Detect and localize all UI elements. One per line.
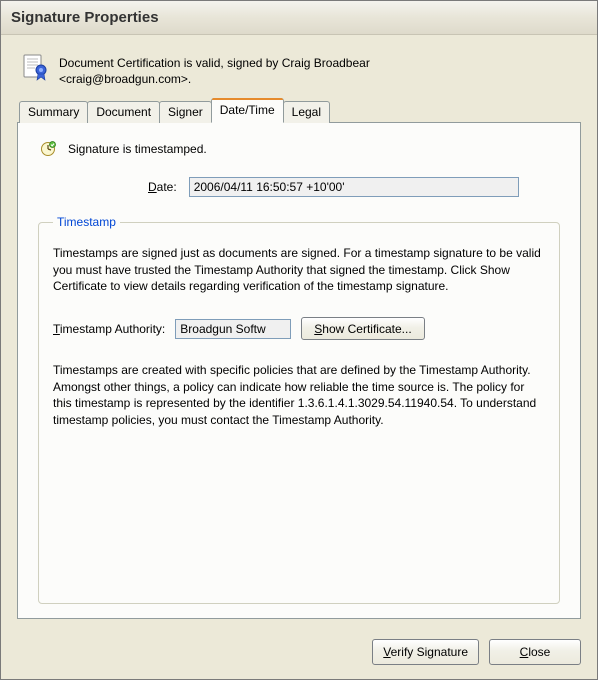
dialog-footer: Verify Signature Close (1, 627, 597, 679)
signature-properties-dialog: Signature Properties Document Certificat… (0, 0, 598, 680)
certification-text: Document Certification is valid, signed … (59, 53, 370, 87)
timestamp-authority-label: Timestamp Authority: (53, 322, 165, 336)
timestamp-legend: Timestamp (53, 215, 120, 229)
tab-signer[interactable]: Signer (159, 101, 212, 123)
certificate-ribbon-icon (21, 53, 49, 81)
timestamp-status-row: Signature is timestamped. (40, 141, 560, 157)
window-title: Signature Properties (11, 9, 159, 26)
tabs-header: Summary Document Signer Date/Time Legal (17, 98, 581, 123)
timestamp-explain-para2: Timestamps are created with specific pol… (53, 362, 545, 428)
dialog-body: Document Certification is valid, signed … (1, 35, 597, 627)
certification-line2: <craig@broadgun.com>. (59, 72, 191, 86)
tab-legal[interactable]: Legal (283, 101, 330, 123)
timestamp-authority-row: Timestamp Authority: Broadgun Softw Show… (53, 317, 545, 340)
tab-summary[interactable]: Summary (19, 101, 88, 123)
certification-line1: Document Certification is valid, signed … (59, 56, 370, 70)
timestamp-status-text: Signature is timestamped. (68, 142, 207, 156)
timestamp-explain-para1: Timestamps are signed just as documents … (53, 245, 545, 295)
date-field: 2006/04/11 16:50:57 +10'00' (189, 177, 519, 197)
show-certificate-button[interactable]: Show Certificate... (301, 317, 424, 340)
date-row: Date: 2006/04/11 16:50:57 +10'00' (148, 177, 560, 197)
verify-signature-button[interactable]: Verify Signature (372, 639, 479, 665)
clock-icon (40, 141, 56, 157)
tab-panel-date-time: Signature is timestamped. Date: 2006/04/… (17, 122, 581, 619)
certification-summary: Document Certification is valid, signed … (17, 47, 581, 97)
close-button[interactable]: Close (489, 639, 581, 665)
tab-document[interactable]: Document (87, 101, 160, 123)
date-label: Date: (148, 180, 177, 194)
titlebar: Signature Properties (1, 1, 597, 35)
timestamp-groupbox: Timestamp Timestamps are signed just as … (38, 215, 560, 604)
tab-date-time[interactable]: Date/Time (211, 98, 284, 123)
timestamp-authority-field: Broadgun Softw (175, 319, 291, 339)
